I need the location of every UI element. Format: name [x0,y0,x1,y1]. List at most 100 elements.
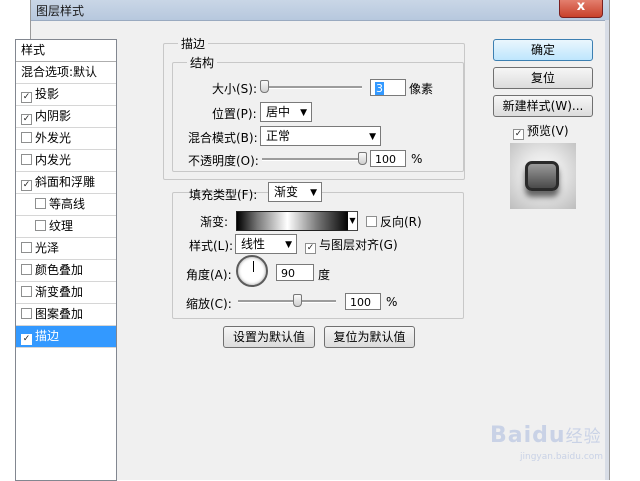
style-list-item[interactable]: 光泽 [16,238,116,260]
style-list-item[interactable]: 颜色叠加 [16,260,116,282]
blend-mode-select[interactable]: 正常 ▼ [260,126,381,146]
angle-label: 角度(A): [186,268,232,282]
size-label: 大小(S): [212,82,258,96]
close-button[interactable]: x [559,0,603,18]
style-list-item-label: 投影 [35,87,60,101]
reverse-checkbox-box[interactable] [366,216,377,227]
style-list-item[interactable]: 图案叠加 [16,304,116,326]
scale-slider-track[interactable] [238,300,336,303]
style-list-item[interactable]: ✓ 斜面和浮雕 [16,172,116,194]
scale-input[interactable]: 100 [345,293,381,310]
style-checkbox[interactable] [21,132,32,143]
opacity-slider-thumb[interactable] [358,152,367,165]
reset-button[interactable]: 复位 [493,67,593,89]
style-list-item[interactable]: ✓ 描边 [16,326,116,348]
reset-default-button[interactable]: 复位为默认值 [324,326,415,348]
opacity-input[interactable]: 100 [370,150,406,167]
style-list-item[interactable]: 渐变叠加 [16,282,116,304]
gradient-picker[interactable] [236,211,350,231]
gradient-label: 渐变: [200,215,229,229]
style-list-item-label: 斜面和浮雕 [35,175,96,189]
fill-type-label: 填充类型(F): [189,188,258,202]
watermark-logo: Baidu经验 [490,423,602,448]
style-checkbox[interactable] [35,198,46,209]
size-unit: 像素 [409,82,434,96]
preview-shape [525,161,559,191]
style-list-item[interactable]: 内发光 [16,150,116,172]
watermark-url: jingyan.baidu.com [520,452,604,462]
style-list-item[interactable]: 混合选项:默认 [16,62,116,84]
align-with-layer-checkbox[interactable]: ✓ 与图层对齐(G) [305,236,398,254]
style-list-item-label: 描边 [35,329,60,343]
preview-label: 预览(V) [527,124,569,138]
size-input[interactable]: 3 [370,79,406,96]
chevron-down-icon: ▼ [285,240,292,250]
reverse-checkbox[interactable]: 反向(R) [366,213,422,230]
angle-input[interactable]: 90 [276,264,314,281]
align-checkbox-box[interactable]: ✓ [305,243,316,254]
style-list-item-label: 混合选项:默认 [21,65,98,79]
style-checkbox[interactable]: ✓ [21,114,32,125]
new-style-button[interactable]: 新建样式(W)... [493,95,593,117]
style-list: 样式 混合选项:默认 ✓ 投影 ✓ 内阴影 外发光 内发光 ✓ 斜面和浮雕 等高线 纹理 光泽 颜色叠加… [15,39,117,481]
chevron-down-icon: ▼ [369,132,376,142]
position-label: 位置(P): [212,107,257,121]
angle-unit: 度 [318,268,331,282]
scale-slider-thumb[interactable] [292,294,302,307]
style-list-item-label: 内发光 [35,153,72,167]
preview-checkbox[interactable]: ✓ 预览(V) [513,122,569,140]
opacity-slider-track[interactable] [262,158,362,161]
size-slider-track[interactable] [262,86,362,89]
style-list-header[interactable]: 样式 [16,40,116,62]
chevron-down-icon: ▼ [300,108,307,118]
style-checkbox[interactable] [21,308,32,319]
style-list-item[interactable]: ✓ 投影 [16,84,116,106]
preview-checkbox-box[interactable]: ✓ [513,129,524,140]
size-slider-thumb[interactable] [260,80,269,93]
style-checkbox[interactable] [35,220,46,231]
window-edge [605,20,609,480]
style-checkbox[interactable]: ✓ [21,92,32,103]
stroke-group-title: 描边 [178,35,209,52]
style-checkbox[interactable] [21,264,32,275]
gradient-dropdown[interactable]: ▼ [348,211,358,231]
ok-button[interactable]: 确定 [493,39,593,61]
style-list-item-label: 渐变叠加 [35,285,84,299]
chevron-down-icon: ▼ [310,188,317,198]
style-label: 样式(L): [189,239,234,253]
make-default-button[interactable]: 设置为默认值 [223,326,315,348]
close-icon: x [576,0,586,14]
scale-unit: % [386,295,398,309]
gradient-style-select[interactable]: 线性 ▼ [235,234,297,254]
style-list-item-label: 光泽 [35,241,60,255]
chevron-down-icon: ▼ [349,216,356,225]
style-list-item-label: 颜色叠加 [35,263,84,277]
style-preview-thumbnail [510,143,576,209]
window-title: 图层样式 [36,4,85,18]
angle-dial-needle [253,261,254,272]
style-checkbox[interactable] [21,154,32,165]
style-checkbox[interactable]: ✓ [21,334,32,345]
blend-mode-label: 混合模式(B): [188,131,258,145]
style-list-item[interactable]: 等高线 [16,194,116,216]
position-select[interactable]: 居中 ▼ [260,102,312,122]
scale-label: 缩放(C): [186,297,232,311]
fill-type-select[interactable]: 渐变 ▼ [268,182,322,202]
style-checkbox[interactable]: ✓ [21,180,32,191]
style-list-item-label: 等高线 [49,197,86,211]
style-list-item[interactable]: 纹理 [16,216,116,238]
opacity-label: 不透明度(O): [188,154,259,168]
style-list-item[interactable]: 外发光 [16,128,116,150]
opacity-unit: % [411,152,423,166]
align-label: 与图层对齐(G) [319,238,398,252]
title-bar[interactable]: 图层样式 x [31,0,609,21]
style-checkbox[interactable] [21,242,32,253]
reverse-label: 反向(R) [380,215,422,229]
structure-group-title: 结构 [187,54,218,71]
style-list-item-label: 图案叠加 [35,307,84,321]
angle-dial[interactable] [236,255,268,287]
style-list-item-label: 内阴影 [35,109,72,123]
style-list-item[interactable]: ✓ 内阴影 [16,106,116,128]
style-list-item-label: 外发光 [35,131,72,145]
style-checkbox[interactable] [21,286,32,297]
